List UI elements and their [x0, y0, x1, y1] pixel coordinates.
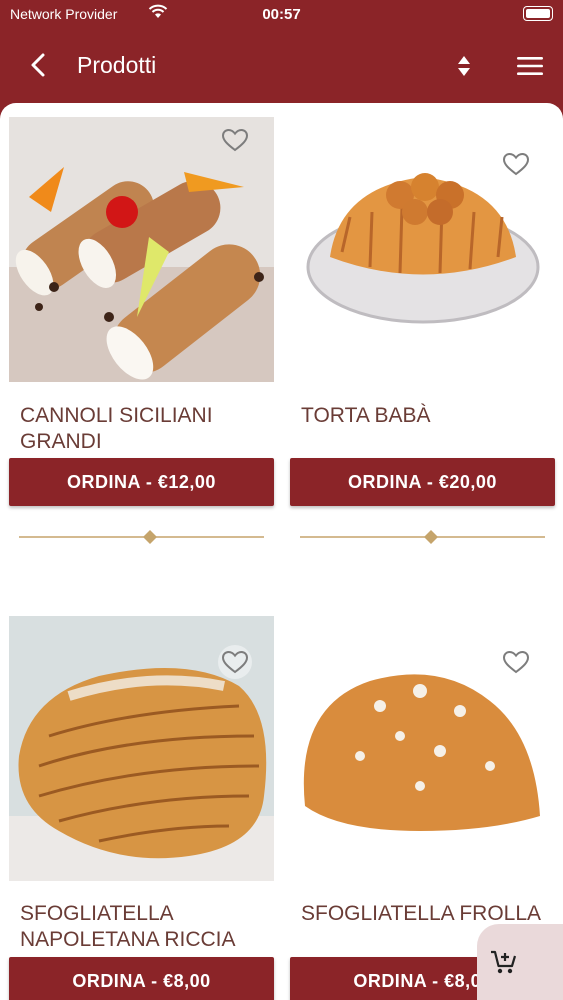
- app-header: Prodotti: [0, 30, 563, 102]
- page-title: Prodotti: [77, 52, 157, 78]
- heart-outline-icon[interactable]: [218, 645, 252, 679]
- product-grid: CANNOLI SICILIANI GRANDI ORDINA - €12,00…: [0, 103, 563, 1000]
- product-name: SFOGLIATELLA NAPOLETANA RICCIA: [20, 902, 236, 951]
- divider-ornament: [300, 530, 545, 544]
- status-bar: Network Provider 00:57: [0, 0, 563, 30]
- heart-outline-icon[interactable]: [499, 147, 533, 181]
- order-button[interactable]: ORDINA - €20,00: [290, 458, 555, 506]
- product-name: TORTA BABÀ: [301, 404, 431, 427]
- order-button[interactable]: ORDINA - €12,00: [9, 458, 274, 506]
- chevron-left-icon[interactable]: [26, 52, 52, 78]
- heart-outline-icon[interactable]: [499, 645, 533, 679]
- clock: 00:57: [262, 6, 301, 23]
- product-name: CANNOLI SICILIANI GRANDI: [20, 404, 213, 453]
- hamburger-menu-icon[interactable]: [515, 54, 545, 78]
- battery-icon: [523, 6, 553, 21]
- cart-button[interactable]: [477, 924, 563, 1000]
- heart-outline-icon[interactable]: [218, 123, 252, 157]
- add-to-cart-icon: [491, 950, 517, 974]
- order-button[interactable]: ORDINA - €8,00: [9, 957, 274, 1000]
- divider-ornament: [19, 530, 264, 544]
- sort-icon[interactable]: [452, 54, 476, 78]
